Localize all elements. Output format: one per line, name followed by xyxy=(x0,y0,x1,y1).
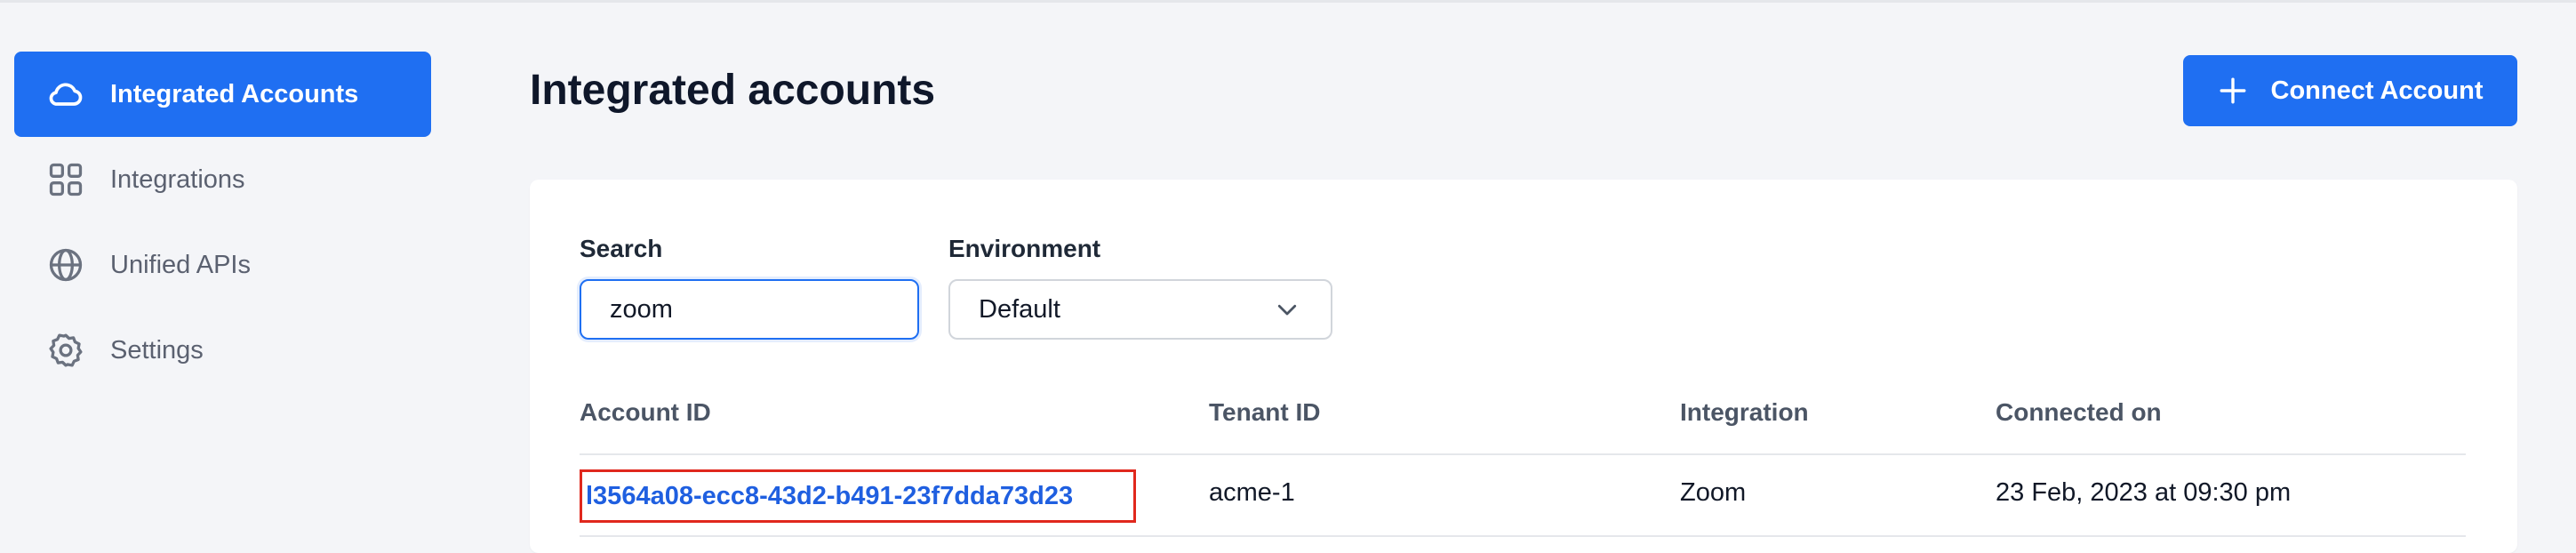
sidebar-item-integrated-accounts[interactable]: Integrated Accounts xyxy=(14,52,431,137)
sidebar-item-label: Settings xyxy=(110,335,204,365)
account-id-link[interactable]: l3564a08-ecc8-43d2-b491-23f7dda73d23 xyxy=(580,469,1136,523)
grid-icon xyxy=(46,160,85,199)
environment-select[interactable]: Default xyxy=(948,279,1332,340)
cloud-icon xyxy=(46,75,85,114)
page-title: Integrated accounts xyxy=(530,67,936,114)
sidebar-item-label: Integrations xyxy=(110,164,245,194)
top-border xyxy=(0,0,2576,3)
connect-account-label: Connect Account xyxy=(2270,76,2484,105)
integration-cell: Zoom xyxy=(1680,478,1747,507)
plus-icon xyxy=(2220,77,2245,104)
accounts-card: Search Environment Default Account ID Te… xyxy=(530,180,2517,553)
sidebar: Integrated Accounts Integrations Unified… xyxy=(14,52,431,393)
column-header-tenant-id[interactable]: Tenant ID xyxy=(1209,398,1320,427)
chevron-down-icon xyxy=(1277,304,1297,316)
column-header-connected-on[interactable]: Connected on xyxy=(1996,398,2162,427)
column-header-integration[interactable]: Integration xyxy=(1680,398,1809,427)
sidebar-item-label: Integrated Accounts xyxy=(110,79,359,108)
globe-icon xyxy=(46,245,85,285)
sidebar-item-settings[interactable]: Settings xyxy=(14,308,431,393)
connected-on-cell: 23 Feb, 2023 at 09:30 pm xyxy=(1996,478,2292,507)
environment-label: Environment xyxy=(948,235,1101,262)
sidebar-item-label: Unified APIs xyxy=(110,250,251,279)
gear-icon xyxy=(46,331,85,370)
search-input[interactable] xyxy=(580,279,919,340)
sidebar-item-unified-apis[interactable]: Unified APIs xyxy=(14,222,431,308)
tenant-id-cell: acme-1 xyxy=(1209,478,1295,507)
environment-value: Default xyxy=(979,294,1060,324)
table-divider xyxy=(580,453,2466,455)
connect-account-button[interactable]: Connect Account xyxy=(2183,55,2517,126)
sidebar-item-integrations[interactable]: Integrations xyxy=(14,137,431,222)
column-header-account-id[interactable]: Account ID xyxy=(580,398,711,427)
search-label: Search xyxy=(580,235,663,262)
